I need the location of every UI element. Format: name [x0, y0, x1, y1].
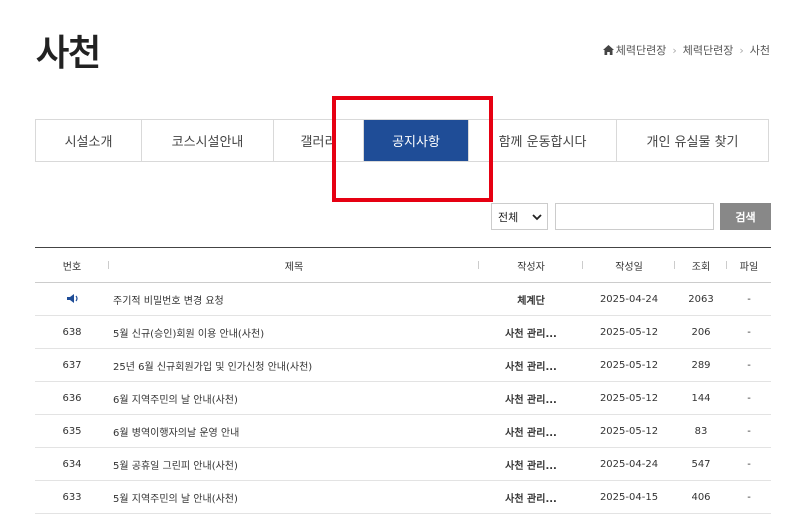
search-input[interactable] — [555, 203, 714, 230]
table-row[interactable]: 주기적 비밀번호 변경 요청 체계단 2025-04-24 2063 - — [35, 283, 771, 316]
row-number: 633 — [62, 491, 82, 503]
row-title[interactable]: 주기적 비밀번호 변경 요청 — [109, 292, 479, 307]
page-title: 사천 — [36, 33, 101, 74]
notice-board: 번호 제목 작성자 작성일 조회 파일 주기적 비밀번호 변경 요청 체계단 2… — [35, 247, 771, 514]
row-date: 2025-05-12 — [599, 326, 659, 338]
row-file: - — [747, 392, 751, 404]
row-file: - — [747, 458, 751, 470]
chevron-right-icon: › — [672, 43, 677, 57]
row-views: 406 — [691, 491, 711, 503]
row-date: 2025-04-24 — [599, 458, 659, 470]
tab-gallery[interactable]: 갤러리 — [274, 120, 364, 161]
row-views: 206 — [691, 326, 711, 338]
breadcrumb-item[interactable]: 체력단련장 — [683, 42, 734, 58]
row-views: 144 — [691, 392, 711, 404]
row-number: 637 — [62, 359, 82, 371]
home-icon[interactable] — [602, 45, 614, 55]
row-file: - — [747, 326, 751, 338]
row-number: 638 — [62, 326, 82, 338]
row-date: 2025-05-12 — [599, 359, 659, 371]
row-date: 2025-04-24 — [599, 293, 659, 305]
column-header-file: 파일 — [739, 261, 759, 273]
row-title[interactable]: 5월 지역주민의 날 안내(사천) — [109, 490, 479, 505]
row-file: - — [747, 425, 751, 437]
table-header: 번호 제목 작성자 작성일 조회 파일 — [35, 247, 771, 283]
row-date: 2025-05-12 — [599, 392, 659, 404]
chevron-down-icon — [532, 214, 542, 221]
row-writer: 사천 관리... — [505, 328, 557, 340]
search-type-select[interactable]: 전체 — [491, 203, 548, 230]
tab-facility-intro[interactable]: 시설소개 — [36, 120, 142, 161]
table-row[interactable]: 636 6월 지역주민의 날 안내(사천) 사천 관리... 2025-05-1… — [35, 382, 771, 415]
column-header-title: 제목 — [109, 258, 479, 273]
table-row[interactable]: 635 6월 병역이행자의날 운영 안내 사천 관리... 2025-05-12… — [35, 415, 771, 448]
tab-bar: 시설소개 코스시설안내 갤러리 공지사항 함께 운동합시다 개인 유실물 찾기 — [35, 119, 769, 162]
row-title[interactable]: 6월 병역이행자의날 운영 안내 — [109, 424, 479, 439]
column-header-views: 조회 — [675, 258, 727, 273]
row-number: 636 — [62, 392, 82, 404]
row-writer: 사천 관리... — [505, 394, 557, 406]
column-header-number: 번호 — [35, 258, 109, 273]
row-title[interactable]: 6월 지역주민의 날 안내(사천) — [109, 391, 479, 406]
tab-course-facility[interactable]: 코스시설안내 — [142, 120, 274, 161]
breadcrumb-item: 사천 — [749, 44, 770, 57]
breadcrumb: 체력단련장 › 체력단련장 › 사천 — [602, 42, 770, 58]
row-writer: 체계단 — [517, 295, 545, 307]
chevron-right-icon: › — [739, 43, 744, 57]
breadcrumb-item[interactable]: 체력단련장 — [616, 42, 667, 58]
column-header-date: 작성일 — [583, 258, 675, 273]
table-row[interactable]: 637 25년 6월 신규회원가입 및 인가신청 안내(사천) 사천 관리...… — [35, 349, 771, 382]
row-number: 635 — [62, 425, 82, 437]
row-file: - — [747, 293, 751, 305]
table-row[interactable]: 634 5월 공휴일 그린피 안내(사천) 사천 관리... 2025-04-2… — [35, 448, 771, 481]
row-file: - — [747, 491, 751, 503]
row-title[interactable]: 5월 공휴일 그린피 안내(사천) — [109, 457, 479, 472]
table-row[interactable]: 638 5월 신규(승인)회원 이용 안내(사천) 사천 관리... 2025-… — [35, 316, 771, 349]
row-title[interactable]: 25년 6월 신규회원가입 및 인가신청 안내(사천) — [109, 358, 479, 373]
row-writer: 사천 관리... — [505, 427, 557, 439]
row-title[interactable]: 5월 신규(승인)회원 이용 안내(사천) — [109, 325, 479, 340]
row-date: 2025-05-12 — [599, 425, 659, 437]
row-views: 289 — [691, 359, 711, 371]
row-views: 547 — [691, 458, 711, 470]
row-number: 634 — [62, 458, 82, 470]
row-date: 2025-04-15 — [599, 491, 659, 503]
table-row[interactable]: 633 5월 지역주민의 날 안내(사천) 사천 관리... 2025-04-1… — [35, 481, 771, 514]
row-number — [35, 293, 109, 305]
tab-exercise-together[interactable]: 함께 운동합시다 — [469, 120, 617, 161]
search-button[interactable]: 검색 — [720, 203, 771, 230]
row-writer: 사천 관리... — [505, 460, 557, 472]
row-writer: 사천 관리... — [505, 493, 557, 505]
row-views: 2063 — [688, 293, 714, 305]
tab-lost-and-found[interactable]: 개인 유실물 찾기 — [617, 120, 768, 161]
row-writer: 사천 관리... — [505, 361, 557, 373]
tab-notice[interactable]: 공지사항 — [364, 120, 469, 161]
row-file: - — [747, 359, 751, 371]
speaker-icon — [66, 294, 78, 304]
row-views: 83 — [694, 425, 708, 437]
search-type-value: 전체 — [498, 210, 519, 224]
column-header-writer: 작성자 — [479, 258, 583, 273]
